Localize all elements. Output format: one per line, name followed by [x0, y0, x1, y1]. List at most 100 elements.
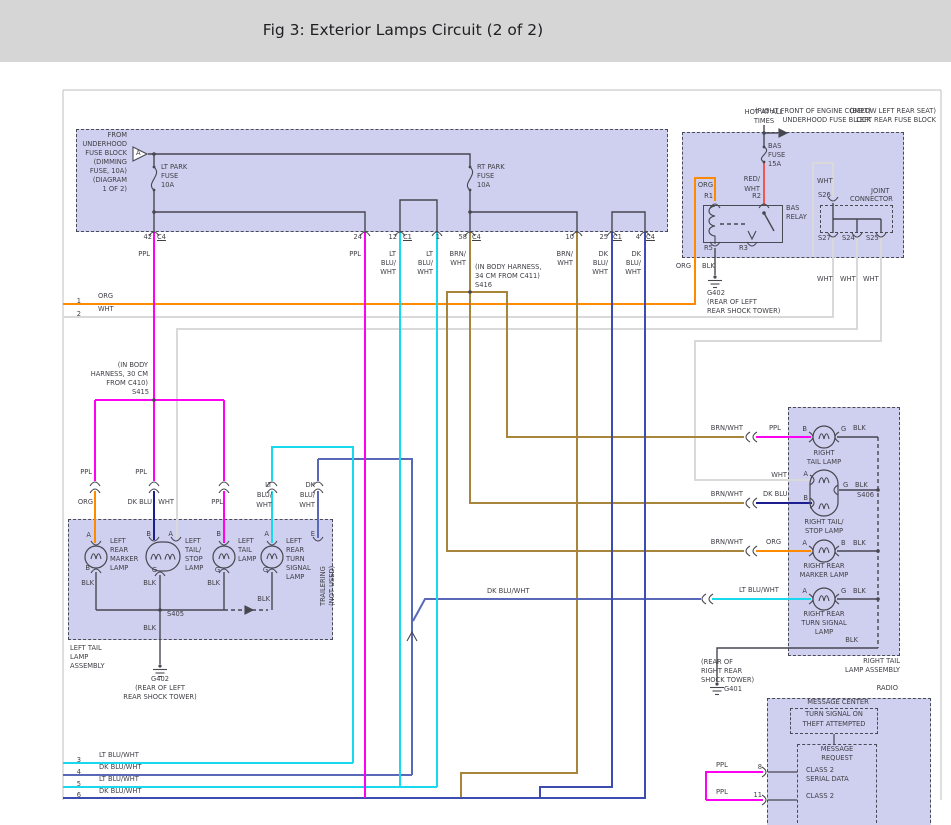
diagram-label: FUSE: [161, 172, 179, 180]
junction-dot: [762, 131, 766, 135]
diagram-label: SERIAL DATA: [806, 775, 849, 783]
diagram-label: S406: [857, 491, 875, 499]
diagram-label: 10: [565, 233, 574, 241]
diagram-label: TAIL/: [185, 546, 202, 554]
diagram-label: LT BLU/WHT: [739, 586, 779, 594]
relay-coil-icon: [708, 205, 716, 244]
diagram-label: B: [803, 494, 808, 502]
fuse-icon: [760, 146, 768, 163]
diagram-label: THEFT ATTEMPTED: [802, 720, 866, 728]
filament: [818, 433, 830, 440]
diagram-label: RIGHT TAIL: [863, 657, 900, 665]
diagram-label: BLK: [853, 424, 866, 432]
diagram-label: 5: [76, 780, 81, 788]
junction-dot: [762, 211, 766, 215]
diagram-label: WHT: [817, 275, 833, 283]
diagram-label: ORG: [77, 498, 93, 506]
diagram-label: PPL: [138, 250, 150, 258]
diagram-label: (REAR OF LEFT: [707, 298, 757, 306]
diagram-label: ORG: [766, 538, 782, 546]
junction-dot: [152, 398, 156, 402]
diagram-label: B: [216, 530, 221, 538]
diagram-label: S24: [842, 234, 855, 242]
diagram-label: BLK: [702, 262, 715, 270]
diagram-label: SHOCK TOWER): [701, 676, 755, 684]
diagram-label: SIGNAL: [286, 564, 311, 572]
wire-jumper-12-1: [399, 199, 438, 232]
fuse-icon: [150, 166, 158, 191]
diagram-label: G: [151, 566, 157, 574]
diagram-label: LT: [389, 250, 396, 258]
diagram-label: UNDERHOOD: [82, 140, 127, 148]
wire-s416-branch-right-brn: [470, 291, 744, 438]
diagram-label: WHT: [417, 268, 433, 276]
diagram-label: 24: [353, 233, 362, 241]
diagram-label: BLK: [257, 595, 270, 603]
diagram-label: 1 OF 2): [102, 185, 127, 193]
diagram-label: (REAR OF: [701, 658, 733, 666]
diagram-label: R3: [739, 244, 748, 252]
diagram-label: 25: [599, 233, 608, 241]
diagram-label: CLASS 2: [806, 766, 834, 774]
diagram-label: 34 CM FROM C411): [475, 272, 540, 280]
wire-feed-pin10: [470, 211, 578, 232]
diagram-label: REQUEST: [821, 754, 853, 762]
wire-relay-blade: [763, 212, 775, 232]
junction-dot: [152, 210, 156, 214]
filament: [818, 503, 830, 510]
diagram-label: BLU/: [625, 259, 641, 267]
diagram-label: TAIL LAMP: [806, 458, 842, 466]
diagram-label: E: [310, 530, 315, 538]
diagram-label: STOP LAMP: [804, 527, 844, 535]
diagram-label: PPL: [349, 250, 361, 258]
filament: [150, 553, 162, 560]
diagram-label: FUSE: [768, 151, 786, 159]
diagram-label: (REAR OF LEFT: [135, 684, 185, 692]
diagram-label: G: [262, 566, 268, 574]
diagram-label: RIGHT REAR: [701, 667, 743, 675]
diagram-label: LAMP: [286, 573, 305, 581]
diagram-label: S405: [167, 610, 185, 618]
diagram-label: C1: [403, 233, 412, 241]
diagram-label: BLK: [845, 636, 858, 644]
diagram-label: S25: [866, 234, 879, 242]
diagram-label: TURN SIGNAL: [801, 619, 847, 627]
diagram-label: B: [841, 539, 846, 547]
diagram-label: A: [803, 470, 808, 478]
diagram-label: (DIMMING: [93, 158, 127, 166]
diagram-label: FROM C410): [106, 379, 148, 387]
diagram-label: CLASS 2: [806, 792, 834, 800]
diagram-label: G402: [151, 675, 169, 683]
diagram-label: DK: [631, 250, 641, 258]
diagram-label: S415: [131, 388, 149, 396]
diagram-label: LAMP: [238, 555, 257, 563]
diagram-label: LAMP: [70, 653, 89, 661]
diagram-label: BLU/: [380, 259, 396, 267]
diagram-label: (IN BODY: [117, 361, 148, 369]
diagram-label: REAR SHOCK TOWER): [707, 307, 781, 315]
ground-icon: [713, 275, 717, 279]
diagram-label: LEFT: [286, 537, 302, 545]
diagram-label: G: [841, 587, 847, 595]
diagram-label: 10A: [477, 181, 491, 189]
inline-connector-icon: [218, 481, 230, 487]
diagram-label: FUSE, 10A): [89, 167, 127, 175]
diagram-label: 58: [458, 233, 467, 241]
diagram-label: FROM: [107, 131, 127, 139]
diagram-label: MESSAGE CENTER: [807, 698, 869, 706]
filament: [218, 553, 230, 560]
junction-dot: [876, 488, 880, 492]
diagram-label: ORG: [697, 181, 713, 189]
wire-s416-stem-brn: [469, 292, 744, 504]
diagram-label: A: [802, 587, 807, 595]
diagram-label: (BELOW LEFT REAR SEAT): [849, 107, 936, 115]
diagram-label: R2: [752, 192, 761, 200]
diagram-label: DK BLU/WHT: [487, 587, 530, 595]
diagram-label: WHT: [625, 268, 641, 276]
diagram-label: LAMP: [110, 564, 129, 572]
connector-cup-icon: [746, 241, 758, 247]
diagram-label: G: [841, 425, 847, 433]
diagram-label: BLU/: [299, 491, 315, 499]
diagram-label: WHT: [817, 177, 833, 185]
diagram-label: LT: [426, 250, 433, 258]
